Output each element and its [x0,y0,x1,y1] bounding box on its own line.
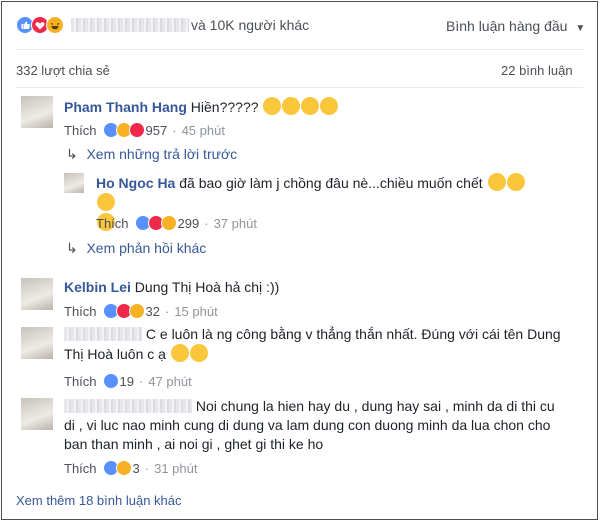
comment-2-body: Kelbin Lei Dung Thị Hoà hả chị :)) [64,278,279,297]
comment-author[interactable]: Pham Thanh Hang [64,99,187,115]
comment-actions: Thích 957 · 45 phút [64,122,225,138]
scream-emoji-icon [301,97,320,115]
more-replies-label: Xem phản hồi khác [86,240,207,256]
like-link[interactable]: Thích [64,123,97,138]
comment-text: Hiền????? [190,99,259,115]
comment-time[interactable]: 45 phút [182,123,225,138]
caret-down-icon: ▼ [575,23,586,34]
scream-emoji-icon [97,193,115,211]
scream-emoji-icon [282,97,301,115]
avatar[interactable] [21,96,53,128]
view-more-replies[interactable]: ↳ Xem phản hồi khác [66,240,206,258]
reactions-summary[interactable]: và 10K người khác [16,14,309,36]
view-more-comments[interactable]: Xem thêm 18 bình luận khác [16,493,182,508]
haha-reaction-icon [128,303,145,319]
separator-dot: · [138,373,144,389]
blurred-names [71,18,189,32]
like-link[interactable]: Thích [64,304,97,319]
comment-actions: Thích 32 · 15 phút [64,303,218,319]
reaction-count[interactable]: 957 [146,123,168,138]
separator-dot: · [172,122,177,138]
separator-dot: · [204,215,209,231]
comment-time[interactable]: 15 phút [174,304,217,319]
reaction-count[interactable]: 32 [146,304,160,319]
like-link[interactable]: Thích [96,216,129,231]
reply-arrow-icon: ↳ [66,146,78,162]
haha-reaction-icon [160,215,177,231]
scream-emoji-icon [263,97,282,115]
blurred-author-name[interactable] [64,327,142,341]
reply-arrow-icon: ↳ [66,240,78,256]
reaction-count[interactable]: 299 [178,216,200,231]
divider [16,49,583,50]
comment-4-body: Noi chung la hien hay du , dung hay sai … [64,397,569,454]
sort-dropdown[interactable]: Bình luận hàng đầu ▼ [446,18,585,34]
avatar[interactable] [21,327,53,359]
sort-label: Bình luận hàng đầu [446,18,568,34]
view-previous-replies[interactable]: ↳ Xem những trả lời trước [66,146,237,164]
comment-time[interactable]: 31 phút [154,461,197,476]
reply-time[interactable]: 37 phút [214,216,257,231]
wink-emoji-icon [189,344,208,362]
love-reaction-icon [128,122,145,138]
grin-emoji-icon [170,344,189,362]
avatar[interactable] [64,173,84,193]
comment-text: Dung Thị Hoà hả chị :)) [134,279,280,295]
comment-author[interactable]: Kelbin Lei [64,279,131,295]
haha-reaction-icon [115,460,132,476]
scream-emoji-icon [320,97,339,115]
reaction-count[interactable]: 19 [120,374,134,389]
avatar[interactable] [21,398,53,430]
comment-3-body: C e luôn là ng công bằng v thẳng thắn nh… [64,325,569,364]
reaction-count[interactable]: 3 [133,461,140,476]
comments-count[interactable]: 22 bình luận [501,63,573,78]
previous-replies-label: Xem những trả lời trước [86,146,238,162]
shares-count[interactable]: 332 lượt chia sẻ [16,63,110,78]
scream-emoji-icon [487,173,506,191]
separator-dot: · [144,460,150,476]
avatar[interactable] [21,278,53,310]
comment-actions: Thích 19 · 47 phút [64,373,192,389]
separator-dot: · [164,303,170,319]
like-reaction-icon [102,373,119,389]
like-link[interactable]: Thích [64,374,97,389]
comment-time[interactable]: 47 phút [148,374,191,389]
reply-text: đã bao giờ làm j chồng đâu nè...chiều mu… [179,175,483,191]
comment-1-body: Pham Thanh Hang Hiền????? [64,97,339,117]
reactions-text[interactable]: và 10K người khác [191,17,309,33]
reply-author[interactable]: Ho Ngoc Ha [96,175,175,191]
divider [16,87,583,88]
reply-actions: Thích 299 · 37 phút [96,215,257,231]
scream-emoji-icon [506,173,525,191]
blurred-author-name[interactable] [64,399,192,413]
haha-reaction-icon [46,16,64,34]
comment-actions: Thích 3 · 31 phút [64,460,197,476]
like-link[interactable]: Thích [64,461,97,476]
